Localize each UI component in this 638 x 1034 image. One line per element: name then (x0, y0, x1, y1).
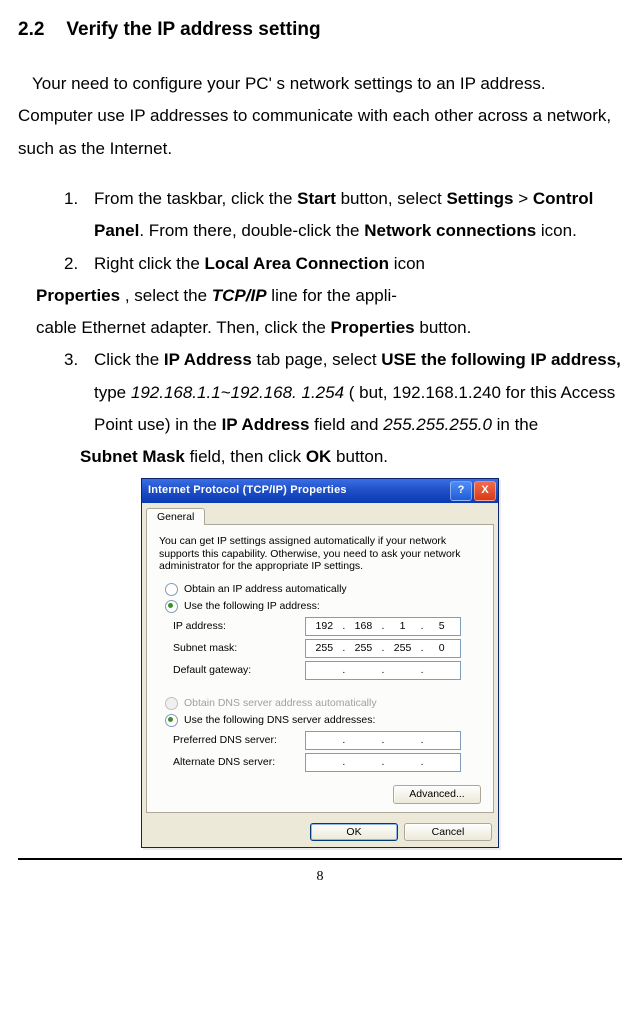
section-number: 2.2 (18, 12, 44, 48)
bold-text: IP Address (164, 350, 252, 369)
radio-use-dns[interactable]: Use the following DNS server addresses: (165, 714, 481, 727)
list-item-body: From the taskbar, click the Start button… (94, 189, 593, 240)
subnet-mask-input[interactable]: 255. 255. 255. 0 (305, 639, 461, 658)
section-title-text: Verify the IP address setting (66, 19, 320, 40)
bold-text: Start (297, 189, 336, 208)
field-label: Subnet mask: (173, 642, 305, 655)
default-gateway-input[interactable]: . . . (305, 661, 461, 680)
field-label: Default gateway: (173, 664, 305, 677)
ip-address-input[interactable]: 192. 168. 1. 5 (305, 617, 461, 636)
list-number: 3. (64, 344, 78, 376)
dialog-title: Internet Protocol (TCP/IP) Properties (148, 484, 448, 497)
radio-obtain-dns: Obtain DNS server address automatically (165, 697, 481, 710)
radio-icon (165, 697, 178, 710)
page-number: 8 (18, 864, 622, 891)
default-gateway-row: Default gateway: . . . (173, 661, 481, 680)
dns-fields-group: Preferred DNS server: . . . Alternate DN… (159, 731, 481, 777)
list-item-2-continued: Properties , select the TCP/IP line for … (36, 280, 622, 312)
advanced-row: Advanced... (159, 785, 481, 804)
titlebar: Internet Protocol (TCP/IP) Properties ? … (142, 479, 498, 503)
panel-body: You can get IP settings assigned automat… (146, 524, 494, 812)
dialog-footer: OK Cancel (142, 817, 498, 848)
field-label: Preferred DNS server: (173, 734, 305, 747)
ordered-list: 1. From the taskbar, click the Start but… (64, 183, 622, 474)
cancel-button[interactable]: Cancel (404, 823, 492, 842)
intro-paragraph: Your need to configure your PC' s networ… (18, 68, 622, 165)
radio-label: Use the following DNS server addresses: (184, 714, 375, 727)
radio-icon (165, 714, 178, 727)
list-item-2: 2. Right click the Local Area Connection… (64, 248, 622, 280)
radio-icon (165, 600, 178, 613)
tcpip-properties-dialog: Internet Protocol (TCP/IP) Properties ? … (141, 478, 499, 849)
dialog-screenshot: Internet Protocol (TCP/IP) Properties ? … (18, 478, 622, 849)
alternate-dns-row: Alternate DNS server: . . . (173, 753, 481, 772)
list-item-2-continued: cable Ethernet adapter. Then, click the … (36, 312, 622, 344)
radio-obtain-ip[interactable]: Obtain an IP address automatically (165, 583, 481, 596)
list-item-1: 1. From the taskbar, click the Start but… (64, 183, 622, 248)
radio-label: Obtain DNS server address automatically (184, 697, 377, 710)
bold-italic-text: TCP/IP (212, 286, 267, 305)
bold-text: OK (306, 447, 332, 466)
bold-text: Settings (446, 189, 513, 208)
ip-fields-group: IP address: 192. 168. 1. 5 Subnet mask: … (159, 617, 481, 689)
bold-text: IP Address (222, 415, 310, 434)
tab-general[interactable]: General (146, 508, 205, 526)
field-label: IP address: (173, 620, 305, 633)
list-item-body: Click the IP Address tab page, select US… (94, 350, 621, 434)
preferred-dns-row: Preferred DNS server: . . . (173, 731, 481, 750)
list-item-3: 3. Click the IP Address tab page, select… (64, 344, 622, 441)
field-label: Alternate DNS server: (173, 756, 305, 769)
help-button[interactable]: ? (450, 481, 472, 501)
section-heading: 2.2 Verify the IP address setting (18, 12, 622, 48)
close-button[interactable]: X (474, 481, 496, 501)
italic-text: 192.168.1.1~192.168. 1.254 (131, 383, 344, 402)
bold-text: USE the following IP address, (381, 350, 621, 369)
radio-label: Obtain an IP address automatically (184, 583, 347, 596)
tab-strip: General (142, 503, 498, 525)
advanced-button[interactable]: Advanced... (393, 785, 481, 804)
bold-text: Subnet Mask (80, 447, 185, 466)
list-number: 2. (64, 248, 78, 280)
list-number: 1. (64, 183, 78, 215)
list-item-body: Right click the Local Area Connection ic… (94, 254, 425, 273)
page-divider (18, 858, 622, 860)
bold-text: Properties (36, 286, 120, 305)
radio-use-ip[interactable]: Use the following IP address: (165, 600, 481, 613)
radio-icon (165, 583, 178, 596)
bold-text: Properties (331, 318, 415, 337)
radio-label: Use the following IP address: (184, 600, 320, 613)
list-item-3-continued: Subnet Mask field, then click OK button. (64, 441, 622, 473)
bold-text: Local Area Connection (205, 254, 390, 273)
subnet-mask-row: Subnet mask: 255. 255. 255. 0 (173, 639, 481, 658)
bold-text: Network connections (364, 221, 536, 240)
ok-button[interactable]: OK (310, 823, 398, 842)
description-text: You can get IP settings assigned automat… (159, 535, 481, 573)
preferred-dns-input[interactable]: . . . (305, 731, 461, 750)
ip-address-row: IP address: 192. 168. 1. 5 (173, 617, 481, 636)
alternate-dns-input[interactable]: . . . (305, 753, 461, 772)
italic-text: 255.255.255.0 (383, 415, 492, 434)
